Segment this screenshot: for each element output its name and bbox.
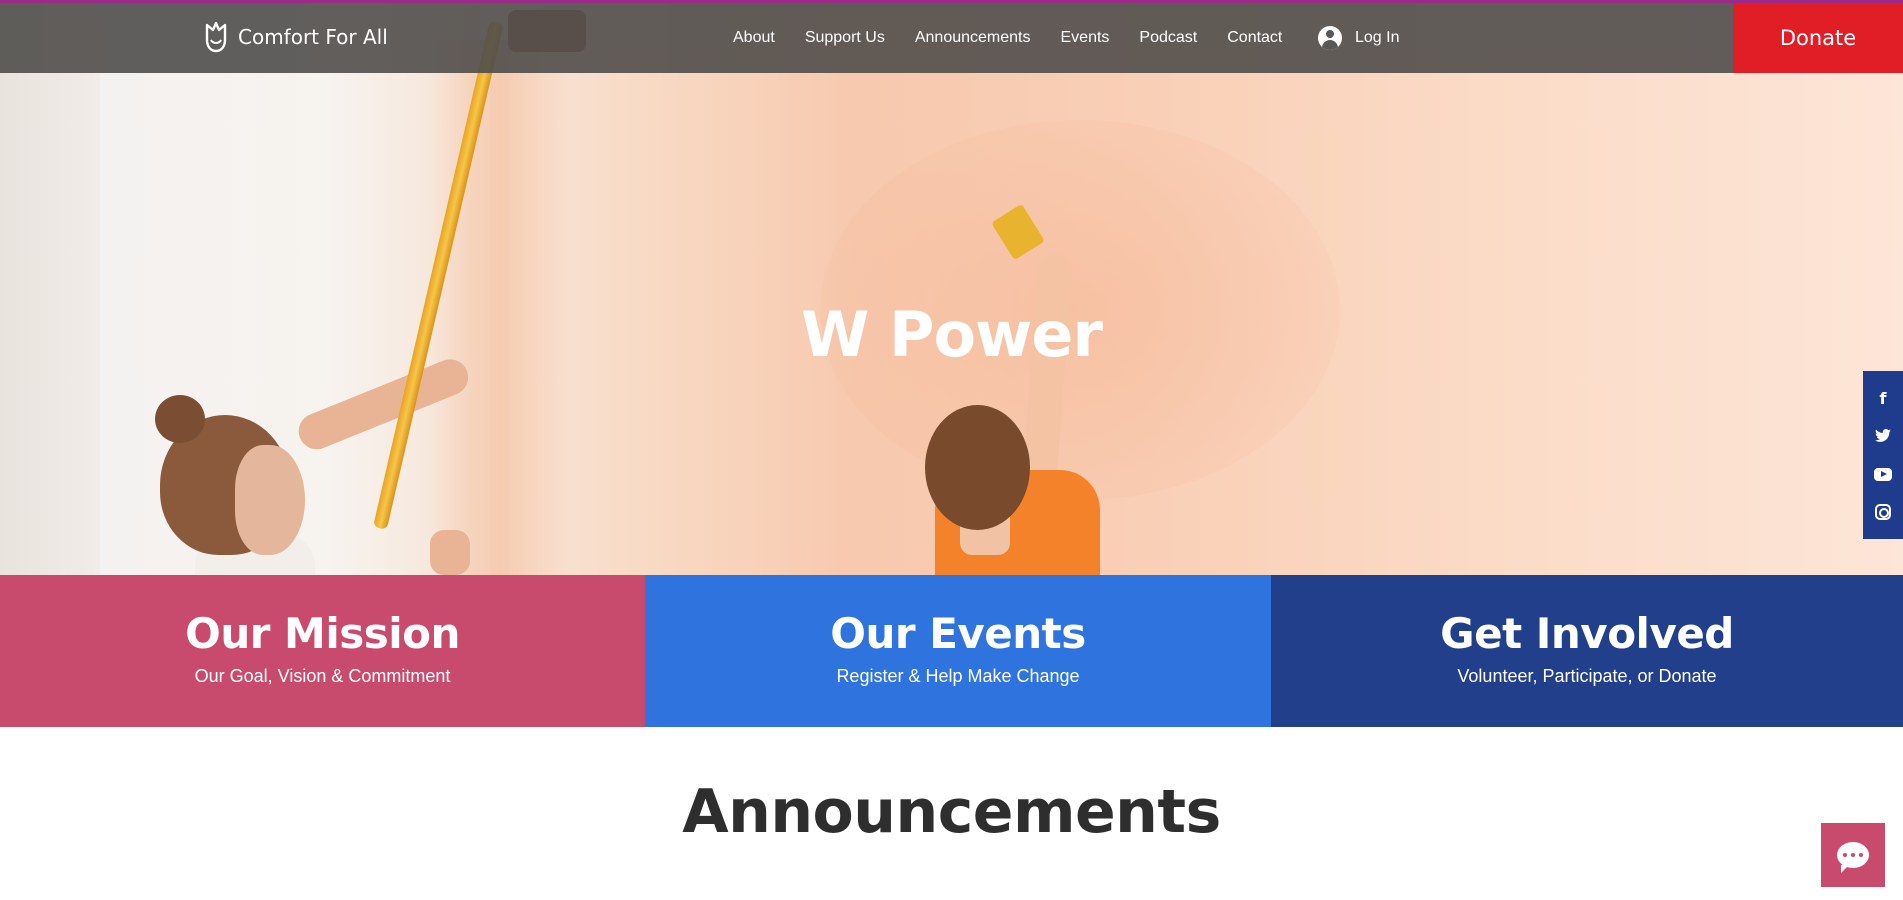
chat-bubble-icon [1837,842,1869,873]
site-header: Comfort For All About Support Us Announc… [0,3,1903,73]
instagram-camera-shape [1875,504,1891,520]
login-button[interactable]: Log In [1318,3,1399,73]
tile-title: Get Involved [1440,609,1734,658]
tile-subtitle: Register & Help Make Change [836,666,1080,686]
tile-get-involved[interactable]: Get Involved Volunteer, Participate, or … [1271,575,1903,727]
social-bar: f [1863,371,1903,539]
nav-announcements[interactable]: Announcements [915,29,1031,47]
twitter-icon[interactable] [1873,426,1893,446]
login-label: Log In [1355,29,1400,46]
hero-banner: W Power [0,0,1903,575]
site-logo[interactable]: Comfort For All [202,20,388,54]
youtube-play-shape [1874,467,1892,481]
hero-background-wall [0,0,100,575]
top-accent-line [0,0,1903,3]
nav-about[interactable]: About [733,29,775,47]
tulip-logo-icon [205,21,227,53]
nav-support-us[interactable]: Support Us [805,29,885,47]
hero-man-bun [155,395,205,443]
tile-title: Our Mission [185,609,460,658]
chat-dot [1851,853,1855,857]
main-navigation: About Support Us Announcements Events Po… [718,3,1297,73]
nav-events[interactable]: Events [1061,29,1110,47]
brand-name: Comfort For All [238,25,388,49]
tile-our-events[interactable]: Our Events Register & Help Make Change [645,575,1271,727]
hero-title: W Power [801,298,1103,371]
user-avatar-icon [1318,26,1342,50]
chat-button[interactable] [1821,823,1885,887]
tile-our-mission[interactable]: Our Mission Our Goal, Vision & Commitmen… [0,575,645,727]
hero-woman-head [925,405,1030,530]
chat-dot [1843,853,1847,857]
tile-subtitle: Volunteer, Participate, or Donate [1457,666,1717,686]
announcements-heading: Announcements [682,777,1221,847]
youtube-icon[interactable] [1873,464,1893,484]
chat-dot [1859,853,1863,857]
facebook-icon[interactable]: f [1873,388,1893,408]
nav-podcast[interactable]: Podcast [1139,29,1197,47]
tile-title: Our Events [830,609,1086,658]
hero-man-hand [430,530,470,575]
hero-man-face [235,445,305,555]
donate-button[interactable]: Donate [1733,3,1903,73]
tile-subtitle: Our Goal, Vision & Commitment [194,666,451,686]
instagram-icon[interactable] [1873,502,1893,522]
nav-contact[interactable]: Contact [1227,29,1282,47]
